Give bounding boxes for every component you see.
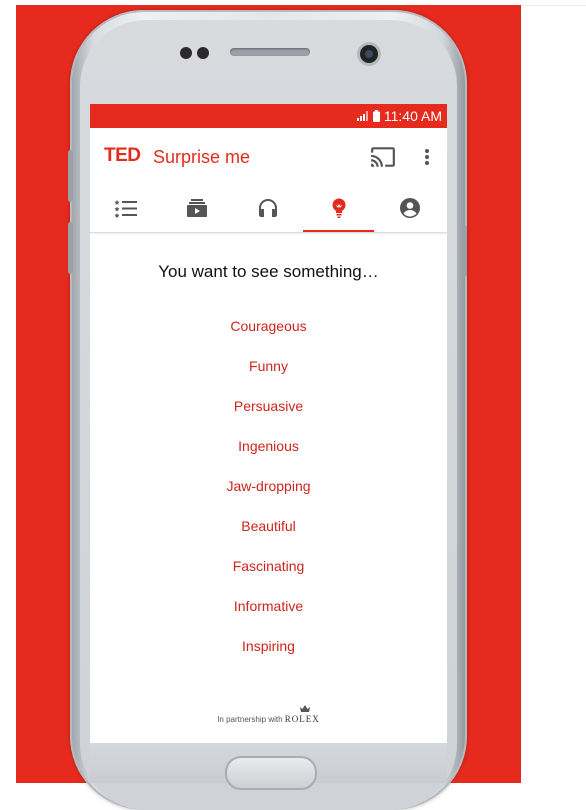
option-informative[interactable]: Informative: [189, 596, 349, 636]
partner-text: In partnership with: [217, 715, 283, 724]
volume-up-button: [68, 150, 73, 202]
option-funny[interactable]: Funny: [189, 356, 349, 396]
option-persuasive[interactable]: Persuasive: [189, 396, 349, 436]
page-title: Surprise me: [153, 147, 251, 167]
status-icons: 11:40 AM: [356, 108, 442, 124]
earpiece-speaker: [230, 48, 310, 56]
partner-footer: In partnership with ROLEX: [90, 714, 447, 724]
option-jaw-dropping[interactable]: Jaw-dropping: [189, 476, 349, 516]
tab-surprise-me[interactable]: [303, 184, 374, 232]
option-fascinating[interactable]: Fascinating: [189, 556, 349, 596]
videos-icon: [186, 199, 207, 217]
option-inspiring[interactable]: Inspiring: [189, 636, 349, 676]
headphones-icon: [258, 199, 277, 217]
rolex-logo: ROLEX: [284, 714, 320, 724]
prompt-heading: You want to see something…: [158, 262, 379, 281]
signal-icon: [356, 111, 368, 121]
tab-profile[interactable]: [374, 184, 445, 232]
profile-icon: [399, 198, 420, 218]
battery-icon: [372, 110, 380, 122]
option-ingenious[interactable]: Ingenious: [189, 436, 349, 476]
cast-icon: [371, 147, 395, 167]
app-bar: TED Surprise me: [90, 128, 447, 184]
tab-bar: [90, 184, 447, 233]
tab-playlists[interactable]: [90, 184, 161, 232]
divider-line: [521, 5, 586, 6]
phone-screen: 11:40 AM TED Surprise me You want to see…: [90, 104, 447, 743]
status-time: 11:40 AM: [383, 108, 442, 124]
light-sensor: [197, 47, 209, 59]
front-camera: [360, 45, 378, 63]
option-courageous[interactable]: Courageous: [189, 316, 349, 356]
rolex-crown-icon: [300, 705, 310, 712]
power-button: [462, 225, 467, 277]
tab-podcasts[interactable]: [232, 184, 303, 232]
option-beautiful[interactable]: Beautiful: [189, 516, 349, 556]
playlist-icon: [114, 200, 137, 218]
more-vert-icon: [425, 149, 429, 165]
mood-options-list: Courageous Funny Persuasive Ingenious Ja…: [90, 316, 447, 676]
ted-logo[interactable]: TED: [104, 145, 141, 167]
overflow-menu-button[interactable]: [418, 144, 436, 170]
status-bar: 11:40 AM: [90, 104, 447, 128]
volume-down-button: [68, 222, 73, 274]
lightbulb-icon: [332, 198, 345, 218]
proximity-sensor: [180, 47, 192, 59]
cast-button[interactable]: [370, 144, 396, 170]
tab-videos[interactable]: [161, 184, 232, 232]
home-button[interactable]: [225, 756, 317, 790]
